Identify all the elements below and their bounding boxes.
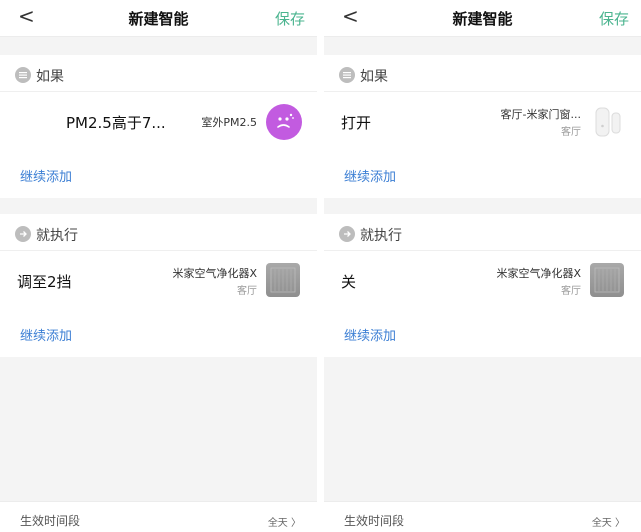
condition-text: 打开 — [341, 114, 372, 132]
effective-time-value[interactable]: 全天 〉 — [592, 514, 625, 529]
condition-source: 室外PM2.5 — [201, 116, 257, 129]
action-row[interactable]: 关 米家空气净化器X 客厅 — [324, 251, 641, 312]
arrow-right-icon — [339, 226, 355, 242]
then-add-row: 继续添加 — [324, 311, 641, 357]
if-section-header: 如果 — [0, 55, 317, 92]
if-section-label: 如果 — [36, 69, 64, 85]
arrow-right-icon — [15, 226, 31, 242]
list-icon — [339, 67, 355, 83]
condition-room: 客厅 — [561, 127, 581, 138]
screenshot-root: < 新建智能 保存 如果 PM2.5高于7... 室外PM2.5 继续添加 就执… — [0, 0, 641, 532]
continue-add-condition-link[interactable]: 继续添加 — [20, 166, 72, 185]
then-section-header: 就执行 — [0, 214, 317, 251]
condition-source: 客厅-米家门窗... — [500, 108, 581, 121]
save-button[interactable]: 保存 — [599, 8, 629, 29]
save-button[interactable]: 保存 — [275, 8, 305, 29]
effective-time-row[interactable]: 生效时间段 全天 〉 — [324, 501, 641, 532]
then-section-label: 就执行 — [360, 228, 402, 244]
then-add-row: 继续添加 — [0, 311, 317, 357]
continue-add-condition-link[interactable]: 继续添加 — [344, 166, 396, 185]
if-section-header: 如果 — [324, 55, 641, 92]
action-room: 客厅 — [561, 286, 581, 297]
right-panel: < 新建智能 保存 如果 打开 客厅-米家门窗... 客厅 继续添加 就执行 关… — [324, 0, 641, 532]
air-purifier-icon — [266, 263, 302, 299]
door-window-sensor-icon — [590, 104, 626, 140]
effective-time-value[interactable]: 全天 〉 — [268, 514, 301, 529]
page-title: 新建智能 — [452, 10, 513, 28]
if-add-row: 继续添加 — [0, 152, 317, 198]
condition-text: PM2.5高于7... — [66, 114, 166, 132]
page-title: 新建智能 — [128, 10, 189, 28]
air-purifier-icon — [590, 263, 626, 299]
effective-time-row[interactable]: 生效时间段 全天 〉 — [0, 501, 317, 532]
action-text: 关 — [341, 273, 357, 291]
left-panel: < 新建智能 保存 如果 PM2.5高于7... 室外PM2.5 继续添加 就执… — [0, 0, 317, 532]
condition-row[interactable]: PM2.5高于7... 室外PM2.5 — [0, 92, 317, 153]
continue-add-action-link[interactable]: 继续添加 — [20, 325, 72, 344]
panel-divider — [317, 0, 324, 532]
if-add-row: 继续添加 — [324, 152, 641, 198]
then-section-header: 就执行 — [324, 214, 641, 251]
action-text: 调至2挡 — [17, 273, 72, 291]
nav-header: < 新建智能 保存 — [0, 0, 317, 37]
condition-row[interactable]: 打开 客厅-米家门窗... 客厅 — [324, 92, 641, 153]
then-section-label: 就执行 — [36, 228, 78, 244]
action-device: 米家空气净化器X — [496, 267, 581, 280]
if-section-label: 如果 — [360, 69, 388, 85]
effective-time-label: 生效时间段 — [20, 514, 81, 528]
pm25-icon — [266, 104, 302, 140]
action-room: 客厅 — [237, 286, 257, 297]
continue-add-action-link[interactable]: 继续添加 — [344, 325, 396, 344]
nav-header: < 新建智能 保存 — [324, 0, 641, 37]
action-row[interactable]: 调至2挡 米家空气净化器X 客厅 — [0, 251, 317, 312]
effective-time-label: 生效时间段 — [344, 514, 405, 528]
action-device: 米家空气净化器X — [172, 267, 257, 280]
list-icon — [15, 67, 31, 83]
